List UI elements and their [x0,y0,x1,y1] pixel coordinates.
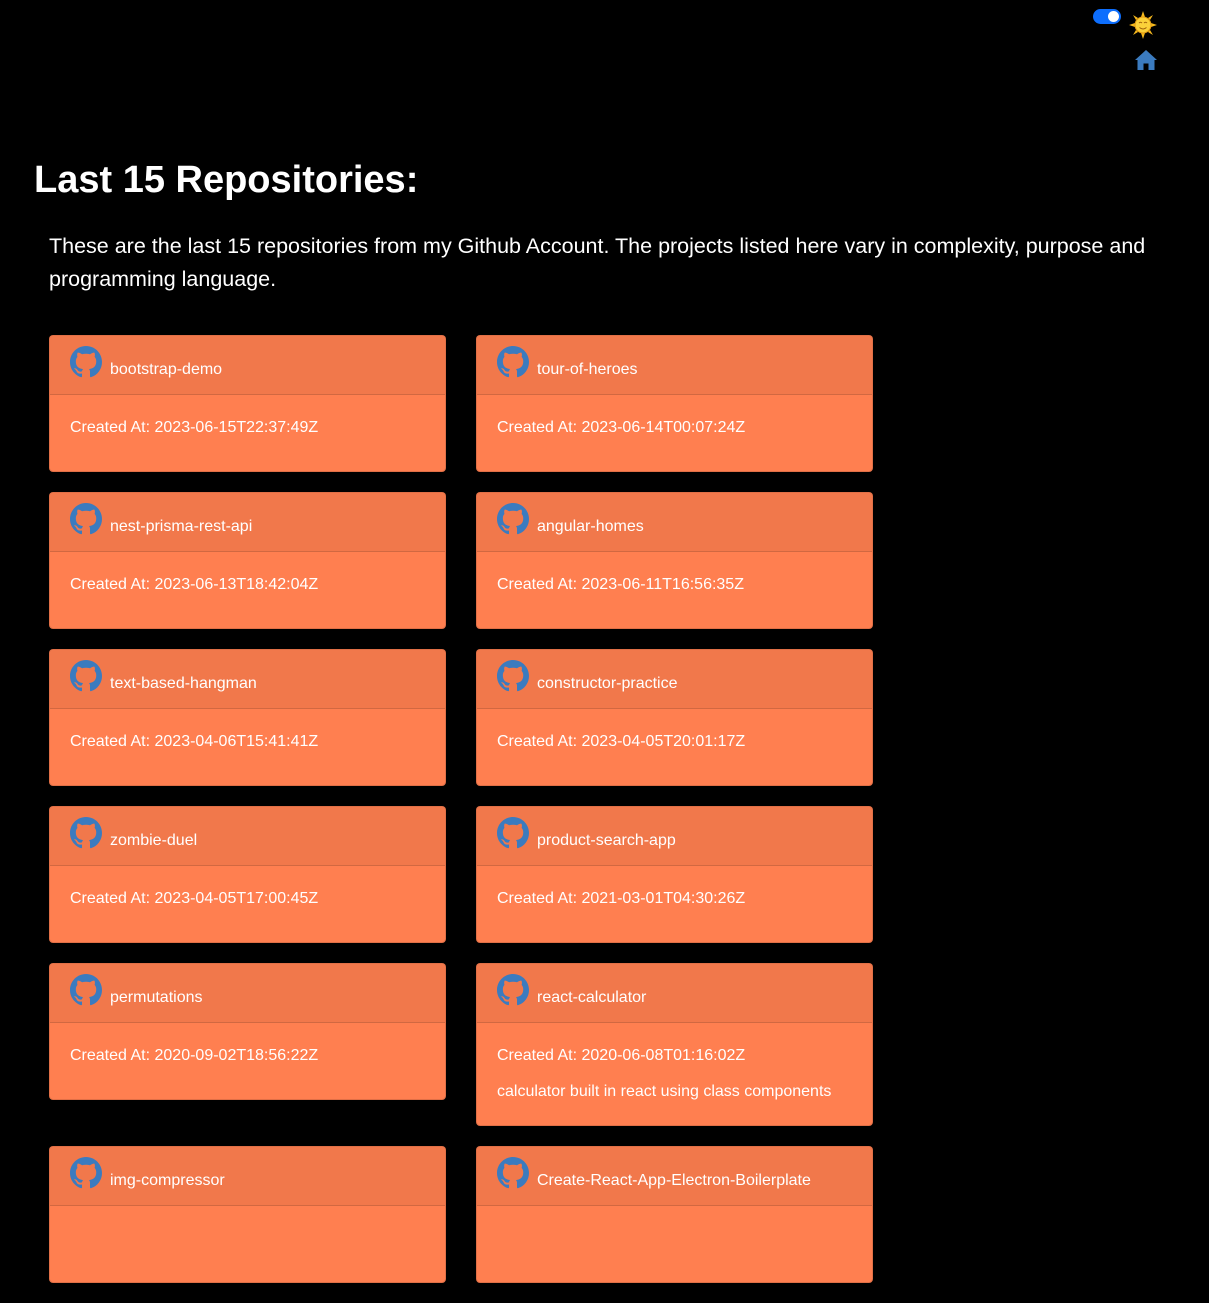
repo-name[interactable]: img-compressor [110,1172,225,1190]
repo-card-body: Created At: 2023-06-11T16:56:35Z [477,552,872,628]
intro-text: These are the last 15 repositories from … [49,234,1146,291]
repo-card-body: Created At: 2021-03-01T04:30:26Z [477,866,872,942]
repo-created-at: Created At: 2023-04-05T20:01:17Z [497,733,746,750]
repo-row: nest-prisma-rest-api Created At: 2023-06-… [49,492,879,629]
repo-card-body: Created At: 2023-04-05T17:00:45Z [50,866,445,942]
repo-name[interactable]: Create-React-App-Electron-Boilerplate [537,1172,811,1190]
repo-card-body: Created At: 2023-06-13T18:42:04Z [50,552,445,628]
repo-name[interactable]: text-based-hangman [110,675,257,693]
repo-created-at: Created At: 2023-04-06T15:41:41Z [70,733,319,750]
repo-card-body: Created At: 2023-06-15T22:37:49Z [50,395,445,471]
repo-card[interactable]: permutations Created At: 2020-09-02T18:56… [49,963,446,1100]
repo-description: calculator built in react using class co… [497,1083,832,1100]
repo-name[interactable]: nest-prisma-rest-api [110,518,252,536]
repo-row: zombie-duel Created At: 2023-04-05T17:00:… [49,806,879,943]
repo-card-body: Created At: 2023-06-14T00:07:24Z [477,395,872,471]
repo-card-header: Create-React-App-Electron-Boilerplate [477,1147,872,1206]
github-icon[interactable] [497,817,529,849]
github-icon[interactable] [497,503,529,535]
repo-card[interactable]: text-based-hangman Created At: 2023-04-06… [49,649,446,786]
repo-card[interactable]: constructor-practice Created At: 2023-04-… [476,649,873,786]
repo-name[interactable]: angular-homes [537,518,644,536]
github-icon[interactable] [70,346,102,378]
repo-card[interactable]: bootstrap-demo Created At: 2023-06-15T22:… [49,335,446,472]
repo-created-at: Created At: 2020-06-08T01:16:02Z [497,1047,746,1064]
repo-name[interactable]: zombie-duel [110,832,197,850]
repo-created-at: Created At: 2021-03-01T04:30:26Z [497,890,746,907]
repo-card[interactable]: zombie-duel Created At: 2023-04-05T17:00:… [49,806,446,943]
repo-created-at: Created At: 2023-04-05T17:00:45Z [70,890,319,907]
repo-card-header: tour-of-heroes [477,336,872,395]
repo-card[interactable]: angular-homes Created At: 2023-06-11T16:5… [476,492,873,629]
repo-name[interactable]: tour-of-heroes [537,361,638,379]
repo-card-header: angular-homes [477,493,872,552]
repo-card[interactable]: react-calculator Created At: 2020-06-08T0… [476,963,873,1126]
repo-row: text-based-hangman Created At: 2023-04-06… [49,649,879,786]
repo-created-at: Created At: 2023-06-14T00:07:24Z [497,419,746,436]
repo-created-at: Created At: 2023-06-11T16:56:35Z [497,576,744,593]
repo-name[interactable]: product-search-app [537,832,676,850]
github-icon[interactable] [70,974,102,1006]
repo-card-body: Created At: 2023-04-06T15:41:41Z [50,709,445,785]
repo-created-at: Created At: 2023-06-15T22:37:49Z [70,419,319,436]
repo-card-header: zombie-duel [50,807,445,866]
repo-card[interactable]: nest-prisma-rest-api Created At: 2023-06-… [49,492,446,629]
repo-grid: bootstrap-demo Created At: 2023-06-15T22:… [49,335,879,1303]
top-bar [0,0,1209,90]
github-icon[interactable] [70,660,102,692]
toggle-knob [1108,11,1119,22]
github-icon[interactable] [497,974,529,1006]
repo-card-body: Created At: 2020-09-02T18:56:22Z [50,1023,445,1099]
github-icon[interactable] [497,1157,529,1189]
repo-name[interactable]: bootstrap-demo [110,361,222,379]
repo-card-header: nest-prisma-rest-api [50,493,445,552]
repo-created-at: Created At: 2020-09-02T18:56:22Z [70,1047,319,1064]
repo-card-header: product-search-app [477,807,872,866]
repo-card[interactable]: img-compressor [49,1146,446,1283]
page-title: Last 15 Repositories: [34,159,419,201]
repo-card[interactable]: product-search-app Created At: 2021-03-01… [476,806,873,943]
github-icon[interactable] [70,503,102,535]
repo-name[interactable]: permutations [110,989,203,1007]
github-icon[interactable] [70,817,102,849]
repo-card-header: permutations [50,964,445,1023]
repo-row: bootstrap-demo Created At: 2023-06-15T22:… [49,335,879,472]
repo-card-body [477,1206,872,1282]
repo-card-body [50,1206,445,1282]
repo-name[interactable]: constructor-practice [537,675,678,693]
sun-icon[interactable] [1129,11,1157,39]
repo-card-body: Created At: 2020-06-08T01:16:02Z calculat… [477,1023,872,1125]
repo-created-at: Created At: 2023-06-13T18:42:04Z [70,576,319,593]
repo-card-body: Created At: 2023-04-05T20:01:17Z [477,709,872,785]
repo-card[interactable]: Create-React-App-Electron-Boilerplate [476,1146,873,1283]
github-icon[interactable] [497,346,529,378]
home-icon[interactable] [1134,49,1158,71]
repo-name[interactable]: react-calculator [537,989,646,1007]
repo-card-header: react-calculator [477,964,872,1023]
github-icon[interactable] [70,1157,102,1189]
repo-row: permutations Created At: 2020-09-02T18:56… [49,963,879,1126]
repo-card-header: img-compressor [50,1147,445,1206]
github-icon[interactable] [497,660,529,692]
repo-card-header: constructor-practice [477,650,872,709]
repo-card-header: text-based-hangman [50,650,445,709]
repo-card[interactable]: tour-of-heroes Created At: 2023-06-14T00:… [476,335,873,472]
repo-card-header: bootstrap-demo [50,336,445,395]
repo-row: img-compressor Create-React-App-Electron-… [49,1146,879,1283]
theme-toggle[interactable] [1093,9,1121,24]
